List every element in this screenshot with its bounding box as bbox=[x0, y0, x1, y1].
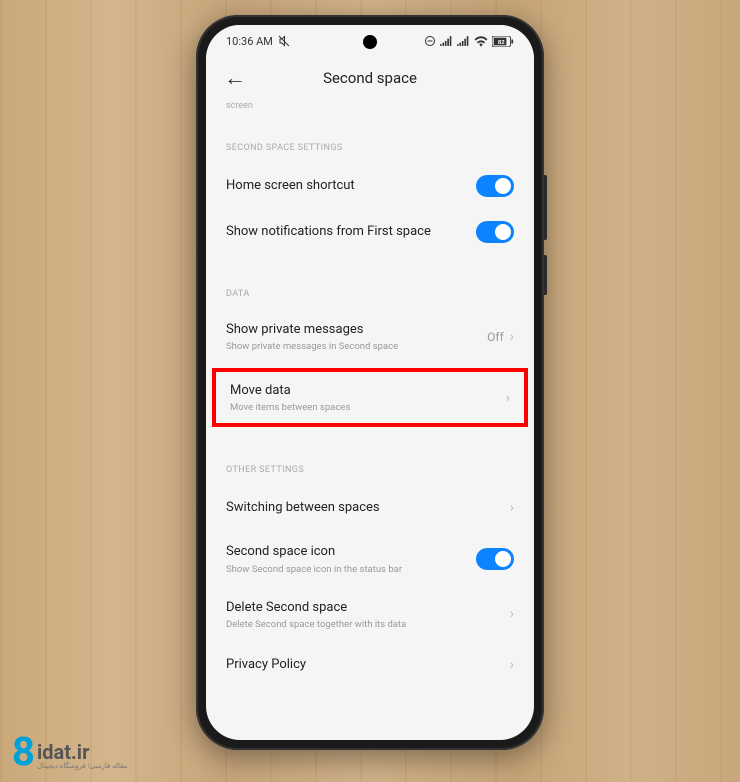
setting-privacy-policy[interactable]: Privacy Policy › bbox=[206, 642, 534, 688]
status-time: 10:36 AM bbox=[226, 35, 273, 48]
signal-icon-1 bbox=[440, 36, 453, 46]
svg-text:82: 82 bbox=[498, 40, 505, 46]
back-button[interactable]: ← bbox=[224, 65, 246, 91]
setting-show-notifications[interactable]: Show notifications from First space bbox=[206, 209, 534, 255]
setting-subtitle: Show private messages in Second space bbox=[226, 341, 477, 352]
setting-second-space-icon[interactable]: Second space icon Show Second space icon… bbox=[206, 531, 534, 586]
setting-subtitle: Show Second space icon in the status bar bbox=[226, 564, 466, 575]
section-header-second-space: SECOND SPACE SETTINGS bbox=[206, 123, 534, 163]
volume-button bbox=[544, 175, 547, 240]
watermark: 8 idat.ir مقاله فارسی؛ فروشگاه دیجیتال bbox=[12, 734, 127, 770]
app-header: ← Second space bbox=[206, 57, 534, 101]
phone-frame: 10:36 AM 82 ← Second space screen SECOND… bbox=[196, 15, 544, 750]
toggle-show-notifications[interactable] bbox=[476, 221, 514, 243]
chevron-right-icon: › bbox=[510, 500, 514, 516]
setting-show-private-messages[interactable]: Show private messages Show private messa… bbox=[206, 309, 534, 364]
signal-icon-2 bbox=[457, 36, 470, 46]
setting-switching-between-spaces[interactable]: Switching between spaces › bbox=[206, 485, 534, 531]
battery-icon: 82 bbox=[492, 36, 514, 47]
setting-title: Move data bbox=[230, 382, 490, 400]
setting-title: Show private messages bbox=[226, 321, 477, 339]
setting-value: Off bbox=[487, 330, 504, 344]
watermark-number: 8 bbox=[12, 734, 35, 770]
setting-title: Show notifications from First space bbox=[226, 223, 466, 241]
chevron-right-icon: › bbox=[510, 657, 514, 673]
setting-subtitle: Delete Second space together with its da… bbox=[226, 619, 494, 630]
section-header-other: OTHER SETTINGS bbox=[206, 445, 534, 485]
mute-icon bbox=[278, 35, 290, 47]
page-title: Second space bbox=[323, 69, 417, 87]
highlight-annotation: Move data Move items between spaces › bbox=[212, 368, 528, 427]
dnd-icon bbox=[424, 35, 436, 47]
camera-hole bbox=[363, 35, 377, 49]
power-button bbox=[544, 255, 547, 295]
chevron-right-icon: › bbox=[510, 606, 514, 622]
prev-item-remnant: screen bbox=[206, 101, 534, 123]
chevron-right-icon: › bbox=[510, 329, 514, 345]
watermark-tagline: مقاله فارسی؛ فروشگاه دیجیتال bbox=[37, 762, 127, 770]
toggle-home-shortcut[interactable] bbox=[476, 175, 514, 197]
setting-title: Home screen shortcut bbox=[226, 177, 466, 195]
setting-title: Privacy Policy bbox=[226, 656, 494, 674]
setting-subtitle: Move items between spaces bbox=[230, 402, 490, 413]
section-header-data: DATA bbox=[206, 269, 534, 309]
setting-title: Second space icon bbox=[226, 543, 466, 561]
setting-move-data[interactable]: Move data Move items between spaces › bbox=[216, 372, 524, 423]
setting-title: Delete Second space bbox=[226, 599, 494, 617]
settings-content: screen SECOND SPACE SETTINGS Home screen… bbox=[206, 101, 534, 688]
toggle-second-space-icon[interactable] bbox=[476, 548, 514, 570]
wifi-icon bbox=[474, 36, 488, 47]
setting-home-screen-shortcut[interactable]: Home screen shortcut bbox=[206, 163, 534, 209]
setting-title: Switching between spaces bbox=[226, 499, 494, 517]
setting-delete-second-space[interactable]: Delete Second space Delete Second space … bbox=[206, 587, 534, 642]
phone-screen: 10:36 AM 82 ← Second space screen SECOND… bbox=[206, 25, 534, 740]
watermark-domain: idat.ir bbox=[37, 742, 127, 762]
chevron-right-icon: › bbox=[506, 390, 510, 406]
